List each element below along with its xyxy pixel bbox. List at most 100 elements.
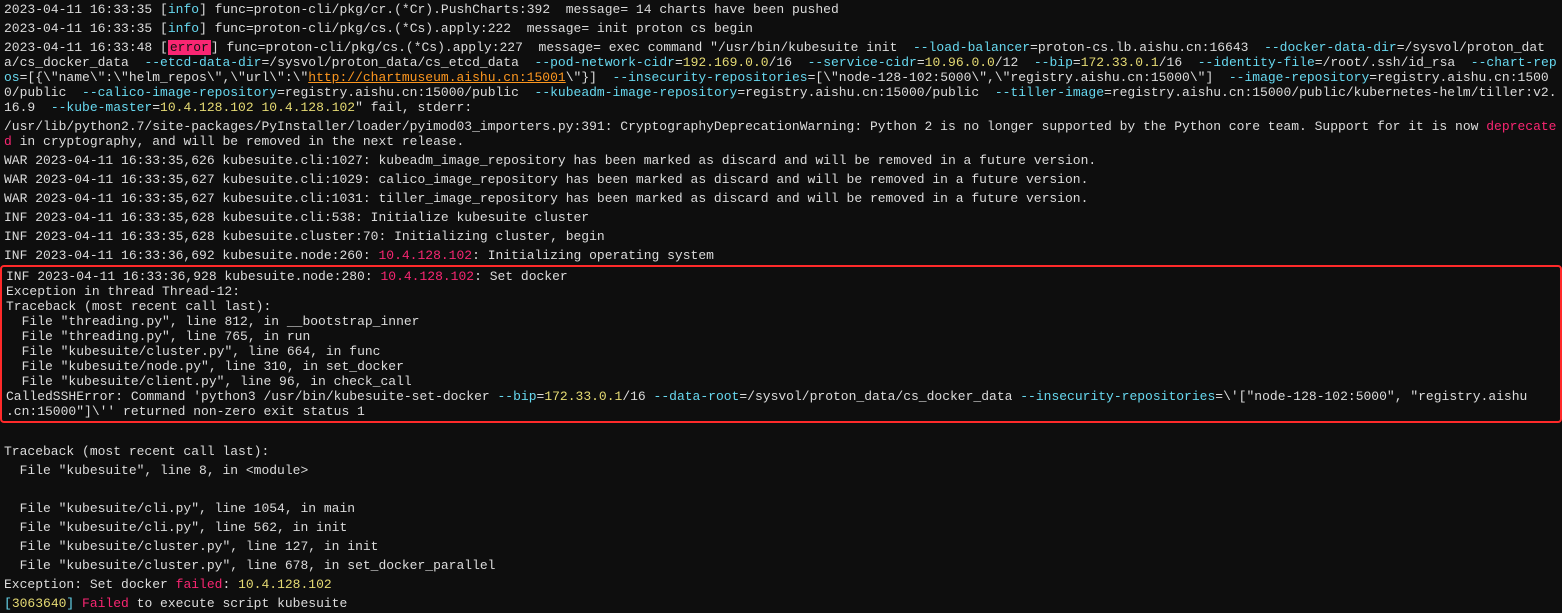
exception-line: Exception: Set docker failed: 10.4.128.1…: [0, 575, 1562, 594]
traceback-frame: File "kubesuite/cluster.py", line 664, i…: [6, 344, 380, 359]
json: =[{\"name\":\"helm_repos\",\"url\":\": [20, 70, 309, 85]
final-line: [3063640] Failed to execute script kubes…: [0, 594, 1562, 613]
level-info: info: [168, 2, 199, 17]
flag-identity-file: --identity-file: [1198, 55, 1315, 70]
ip: 10.4.128.102: [378, 248, 472, 263]
flag-etcd-data-dir: --etcd-data-dir: [144, 55, 261, 70]
msg: : Initializing operating system: [472, 248, 714, 263]
flag-load-balancer: --load-balancer: [913, 40, 1030, 55]
val: =\'["node-128-102:5000", "registry.aishu: [1215, 389, 1527, 404]
level-error: error: [168, 40, 211, 55]
traceback-frame: File "kubesuite/cluster.py", line 127, i…: [0, 537, 1562, 556]
traceback-frame: File "kubesuite/cli.py", line 562, in in…: [0, 518, 1562, 537]
exception-header: Exception in thread Thread-12:: [6, 284, 240, 299]
flag-insecurity-repositories: --insecurity-repositories: [1020, 389, 1215, 404]
msg: ] func=proton-cli/pkg/cs.(*Cs).apply:227…: [211, 40, 913, 55]
log-deprecation-warning: /usr/lib/python2.7/site-packages/PyInsta…: [0, 117, 1562, 151]
log-line: Traceback (most recent call last):: [0, 442, 1562, 461]
flag-data-root: --data-root: [654, 389, 740, 404]
msg: in cryptography, and will be removed in …: [12, 134, 464, 149]
log-line-inf: INF 2023-04-11 16:33:36,692 kubesuite.no…: [0, 246, 1562, 265]
log-line-war: WAR 2023-04-11 16:33:35,627 kubesuite.cl…: [0, 170, 1562, 189]
ip: 10.4.128.102: [380, 269, 474, 284]
timestamp: 2023-04-11 16:33:35: [4, 21, 152, 36]
highlighted-traceback: INF 2023-04-11 16:33:36,928 kubesuite.no…: [0, 265, 1562, 423]
log-line-war: WAR 2023-04-11 16:33:35,627 kubesuite.cl…: [0, 189, 1562, 208]
flag-bip: --bip: [497, 389, 536, 404]
called-ssh-error: CalledSSHError: Command 'python3 /usr/bi…: [6, 389, 497, 404]
eq: =: [152, 100, 160, 115]
traceback-frame: File "kubesuite/cli.py", line 1054, in m…: [0, 499, 1562, 518]
timestamp: 2023-04-11 16:33:35: [4, 2, 152, 17]
chartmuseum-url[interactable]: http://chartmuseum.aishu.cn:15001: [308, 70, 565, 85]
log-line-inf: INF 2023-04-11 16:33:35,628 kubesuite.cl…: [0, 227, 1562, 246]
flag-kubeadm-image-repository: --kubeadm-image-repository: [535, 85, 738, 100]
ip: 10.4.128.102: [238, 577, 332, 592]
traceback-header: Traceback (most recent call last):: [6, 299, 271, 314]
traceback-frame: File "kubesuite/client.py", line 96, in …: [6, 374, 412, 389]
traceback-frame: File "threading.py", line 765, in run: [6, 329, 310, 344]
msg: to execute script kubesuite: [129, 596, 347, 611]
val: =/sysvol/proton_data/cs_etcd_data: [261, 55, 534, 70]
log-line-war: WAR 2023-04-11 16:33:35,626 kubesuite.cl…: [0, 151, 1562, 170]
msg: Exception: Set docker: [4, 577, 176, 592]
val: =[\"node-128-102:5000\",\"registry.aishu…: [808, 70, 1229, 85]
json: \"}]: [566, 70, 613, 85]
tail: " fail, stderr:: [355, 100, 472, 115]
flag-insecurity-repositories: --insecurity-repositories: [613, 70, 808, 85]
msg: ] func=proton-cli/pkg/cr.(*Cr).PushChart…: [199, 2, 839, 17]
ip: 172.33.0.1: [544, 389, 622, 404]
traceback-frame: File "threading.py", line 812, in __boot…: [6, 314, 419, 329]
msg: : Set docker: [474, 269, 568, 284]
val: =registry.aishu.cn:15000/public: [737, 85, 994, 100]
blank-line: [0, 423, 1562, 442]
eq: =: [917, 55, 925, 70]
ip: 10.4.128.102: [160, 100, 254, 115]
val: =/sysvol/proton_data/cs_docker_data: [739, 389, 1020, 404]
flag-bip: --bip: [1034, 55, 1073, 70]
level-info: info: [168, 21, 199, 36]
mask: /16: [1159, 55, 1198, 70]
timestamp: 2023-04-11 16:33:48: [4, 40, 152, 55]
eq: =: [675, 55, 683, 70]
flag-tiller-image: --tiller-image: [995, 85, 1104, 100]
traceback-frame: File "kubesuite", line 8, in <module>: [0, 461, 1562, 480]
ip: 192.169.0.0: [683, 55, 769, 70]
flag-calico-image-repository: --calico-image-repository: [82, 85, 277, 100]
val: =registry.aishu.cn:15000/public/kubernet…: [1104, 85, 1455, 100]
ip: 10.96.0.0: [925, 55, 995, 70]
msg: /usr/lib/python2.7/site-packages/PyInsta…: [4, 119, 1486, 134]
bracket: ]: [66, 596, 82, 611]
msg: INF 2023-04-11 16:33:36,928 kubesuite.no…: [6, 269, 380, 284]
traceback-frame: File "kubesuite/cluster.py", line 678, i…: [0, 556, 1562, 575]
log-line: 2023-04-11 16:33:35 [info] func=proton-c…: [0, 0, 1562, 19]
mask: /16: [622, 389, 653, 404]
flag-image-repository: --image-repository: [1229, 70, 1369, 85]
bracket: [: [4, 596, 12, 611]
flag-kube-master: --kube-master: [51, 100, 152, 115]
msg: INF 2023-04-11 16:33:36,692 kubesuite.no…: [4, 248, 378, 263]
val: =/root/.ssh/id_rsa: [1315, 55, 1471, 70]
msg: ] func=proton-cli/pkg/cs.(*Cs).apply:222…: [199, 21, 753, 36]
log-line: 2023-04-11 16:33:35 [info] func=proton-c…: [0, 19, 1562, 38]
val: =/sysvol/proton_d: [1397, 40, 1530, 55]
val: =registry.aishu.cn:15000/public: [277, 85, 534, 100]
flag-service-cidr: --service-cidr: [808, 55, 917, 70]
deprecated-word: depre: [1486, 119, 1525, 134]
flag-pod-network-cidr: --pod-network-cidr: [535, 55, 675, 70]
pid: 3063640: [12, 596, 67, 611]
ip: 10.4.128.102: [261, 100, 355, 115]
bracket: [: [152, 21, 168, 36]
bracket: [: [152, 40, 168, 55]
called-ssh-error-tail: .cn:15000"]\'' returned non-zero exit st…: [6, 404, 365, 419]
val: =registry.aish: [1369, 70, 1478, 85]
traceback-frame: File "kubesuite/node.py", line 310, in s…: [6, 359, 404, 374]
bracket: [: [152, 2, 168, 17]
flag-chart-repos-cut: --cha: [1471, 55, 1510, 70]
ip: 172.33.0.1: [1081, 55, 1159, 70]
blank-line: [0, 480, 1562, 499]
msg: :: [222, 577, 238, 592]
log-line-inf: INF 2023-04-11 16:33:35,628 kubesuite.cl…: [0, 208, 1562, 227]
flag-docker-data-dir: --docker-data-dir: [1264, 40, 1397, 55]
mask: /12: [995, 55, 1034, 70]
